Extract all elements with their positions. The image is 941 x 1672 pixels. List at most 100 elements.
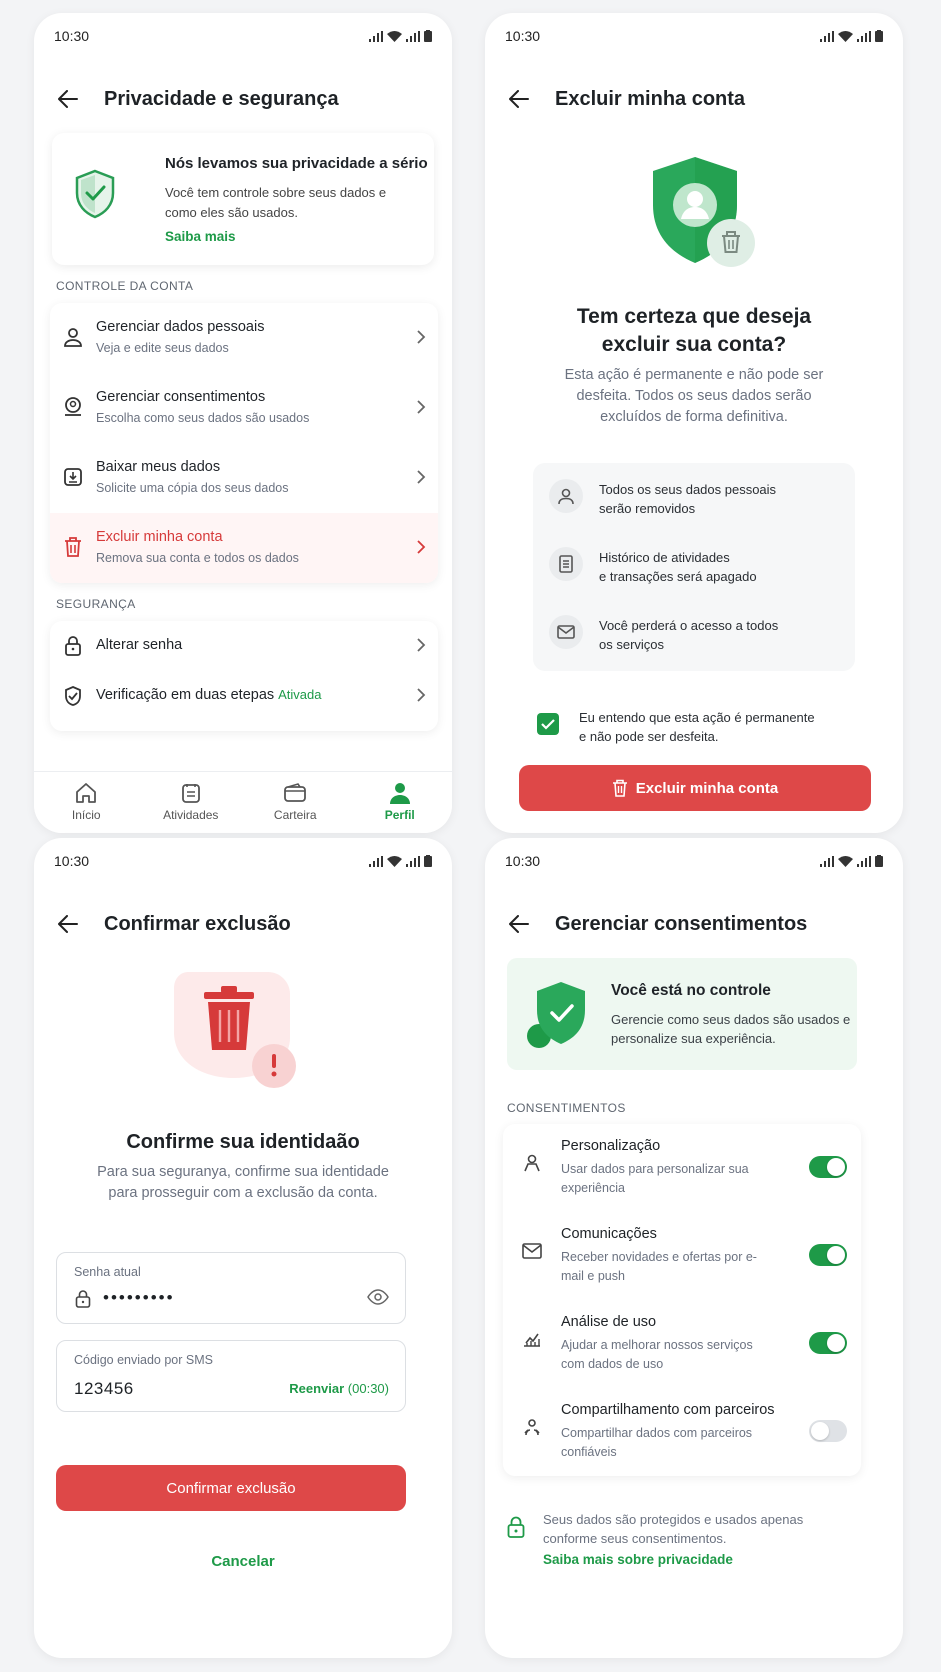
- privacy-card-body: Você tem controle sobre seus dados e com…: [165, 185, 387, 220]
- signal-icon: [369, 855, 383, 867]
- tab-inicio[interactable]: Início: [34, 772, 139, 833]
- privacy-info-card: Nós levamos sua privacidade a sério Você…: [52, 133, 434, 265]
- list-item-subtitle: Escolha como seus dados são usados: [96, 411, 310, 425]
- in-control-card: Você está no controle Gerencie como seus…: [507, 958, 857, 1070]
- description-line: Para sua seguranya, confirme sua identid…: [97, 1164, 389, 1180]
- lock-icon: [507, 1516, 525, 1567]
- back-arrow-icon[interactable]: [507, 87, 531, 111]
- battery-icon: [424, 855, 432, 867]
- in-control-heading: Você está no controle: [611, 982, 771, 999]
- consent-title: Compartilhamento com parceiros: [561, 1402, 775, 1418]
- description-line: desfeita. Todos os seus dados serão: [576, 388, 812, 404]
- screen-delete-account: 10:30 Excluir minha conta Tem certeza qu…: [485, 13, 903, 833]
- password-field[interactable]: Senha atual •••••••••: [56, 1252, 406, 1324]
- description-line: excluídos de forma definitiva.: [600, 409, 788, 425]
- list-item-change-password[interactable]: Alterar senha: [50, 621, 438, 671]
- consequence-line: serão removidos: [599, 501, 696, 516]
- list-item-download-data[interactable]: Baixar meus dados Solicite uma cópia dos…: [50, 443, 438, 513]
- page-title: Confirmar exclusão: [104, 912, 291, 935]
- chevron-right-icon: [416, 329, 426, 350]
- tab-carteira[interactable]: Carteira: [243, 772, 348, 833]
- resend-timer: (00:30): [347, 1381, 389, 1396]
- delete-account-button[interactable]: Excluir minha conta: [519, 765, 871, 811]
- status-icons: [369, 855, 432, 867]
- back-arrow-icon[interactable]: [56, 912, 80, 936]
- wifi-icon: [387, 30, 402, 42]
- learn-more-link[interactable]: Saiba mais: [165, 229, 236, 244]
- usage-analytics-toggle[interactable]: [809, 1332, 847, 1354]
- toggle-knob: [827, 1246, 845, 1264]
- status-icons: [369, 30, 432, 42]
- status-bar: 10:30: [54, 25, 432, 47]
- confirm-deletion-button[interactable]: Confirmar exclusão: [56, 1465, 406, 1511]
- person-icon: [60, 324, 86, 350]
- consent-icon: [60, 394, 86, 420]
- consequence-line: Todos os seus dados pessoais: [599, 482, 777, 497]
- consequence-item: Todos os seus dados pessoais serão removi…: [549, 479, 776, 518]
- eye-icon[interactable]: [367, 1289, 389, 1310]
- shield-check-icon: [60, 683, 86, 709]
- trash-warning-illustration-icon: [168, 966, 298, 1095]
- bottom-tab-bar: Início Atividades Carteira Perfil: [34, 771, 452, 833]
- list-item-subtitle: Solicite uma cópia dos seus dados: [96, 481, 289, 495]
- two-factor-label: Verificação em duas etepas: [96, 687, 275, 703]
- status-time: 10:30: [54, 28, 90, 44]
- screen-privacy-security: 10:30 Privacidade e segurança Nós levamo…: [34, 13, 452, 833]
- wallet-icon: [284, 783, 307, 802]
- confirm-checkbox-row[interactable]: Eu entendo que esta ação é permanente e n…: [537, 708, 815, 746]
- consent-subtitle: Usar dados para personalizar sua experiê…: [561, 1162, 749, 1195]
- list-item-two-factor[interactable]: Verificação em duas etepas Ativada: [50, 671, 438, 721]
- consent-subtitle: Ajudar a melhorar nossos serviços com da…: [561, 1338, 753, 1371]
- chevron-right-icon: [416, 687, 426, 708]
- security-list: Alterar senha Verificação em duas etepas…: [50, 621, 438, 731]
- list-item-title: Excluir minha conta: [96, 529, 223, 545]
- tab-atividades[interactable]: Atividades: [139, 772, 244, 833]
- sms-code-value: 123456: [74, 1379, 134, 1398]
- back-arrow-icon[interactable]: [56, 87, 80, 111]
- personalization-toggle[interactable]: [809, 1156, 847, 1178]
- app-bar: Privacidade e segurança: [56, 81, 432, 117]
- list-item-delete-account[interactable]: Excluir minha conta Remova sua conta e t…: [50, 513, 438, 583]
- status-badge: Ativada: [278, 687, 322, 702]
- list-item-subtitle: Remova sua conta e todos os dados: [96, 551, 299, 565]
- list-item-consents[interactable]: Gerenciar consentimentos Escolha como se…: [50, 373, 438, 443]
- list-item-title: Baixar meus dados: [96, 459, 221, 475]
- chevron-right-icon: [416, 637, 426, 658]
- consent-item-partner-sharing: Compartilhamento com parceiros Compartil…: [503, 1388, 861, 1476]
- status-time: 10:30: [505, 28, 541, 44]
- sms-code-field[interactable]: Código enviado por SMS 123456 Reenviar (…: [56, 1340, 406, 1412]
- trash-icon: [60, 534, 86, 560]
- consequence-item: Histórico de atividades e transações será…: [549, 547, 757, 586]
- back-arrow-icon[interactable]: [507, 912, 531, 936]
- password-value: •••••••••: [103, 1288, 175, 1307]
- lock-icon: [75, 1289, 91, 1313]
- consequence-line: e transações será apagado: [599, 569, 757, 584]
- password-label: Senha atual: [74, 1265, 141, 1279]
- checkbox-checked[interactable]: [537, 713, 559, 735]
- battery-icon: [875, 855, 883, 867]
- section-label-security: SEGURANÇA: [56, 597, 136, 611]
- tab-perfil[interactable]: Perfil: [348, 772, 453, 833]
- confirm-identity-description: Para sua seguranya, confirme sua identid…: [34, 1162, 452, 1204]
- consents-list: Personalização Usar dados para personali…: [503, 1124, 861, 1476]
- shield-check-icon: [74, 169, 116, 224]
- home-icon: [76, 783, 97, 803]
- list-item-personal-data[interactable]: Gerenciar dados pessoais Veja e edite se…: [50, 303, 438, 373]
- chevron-right-icon: [416, 539, 426, 560]
- signal-icon: [369, 30, 383, 42]
- activity-icon: [181, 784, 200, 803]
- consent-item-personalization: Personalização Usar dados para personali…: [503, 1124, 861, 1212]
- partner-sharing-toggle[interactable]: [809, 1420, 847, 1442]
- cancel-button[interactable]: Cancelar: [34, 1553, 452, 1570]
- signal-icon: [857, 855, 871, 867]
- list-item-subtitle: Veja e edite seus dados: [96, 341, 229, 355]
- privacy-footer: Seus dados são protegidos e usados apena…: [507, 1510, 847, 1567]
- consent-subtitle: Compartilhar dados com parceiros confiáv…: [561, 1426, 753, 1459]
- resend-link[interactable]: Reenviar (00:30): [289, 1381, 389, 1396]
- tab-label: Atividades: [163, 808, 219, 822]
- communications-toggle[interactable]: [809, 1244, 847, 1266]
- consent-title: Personalização: [561, 1138, 661, 1154]
- privacy-learn-more-link[interactable]: Saiba mais sobre privacidade: [543, 1552, 847, 1567]
- chevron-right-icon: [416, 469, 426, 490]
- description-line: para prosseguir com a exclusão da conta.: [108, 1185, 378, 1201]
